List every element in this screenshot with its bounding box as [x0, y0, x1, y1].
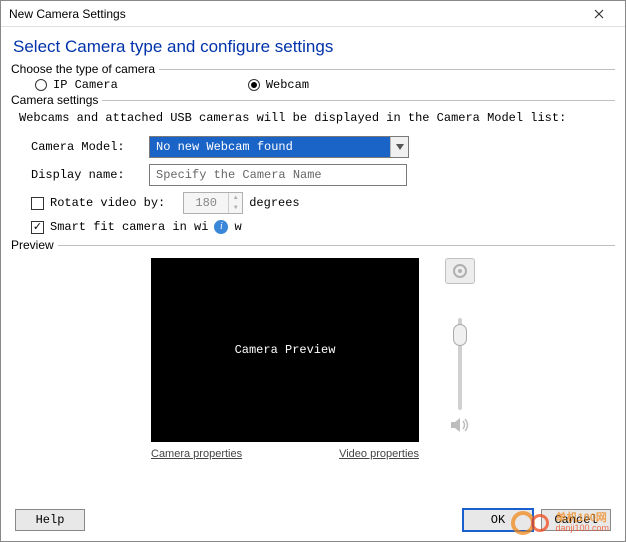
snapshot-button[interactable]	[445, 258, 475, 284]
cancel-button[interactable]: Cancel	[541, 509, 611, 531]
radio-icon	[248, 79, 260, 91]
group-camera-settings: Camera settings Webcams and attached USB…	[11, 100, 615, 237]
speaker-icon	[449, 416, 471, 437]
button-bar: Help OK Cancel	[1, 509, 625, 531]
radio-webcam[interactable]: Webcam	[248, 78, 309, 92]
rotate-spinner[interactable]: 180 ▲▼	[183, 192, 243, 214]
rotate-checkbox[interactable]	[31, 197, 44, 210]
group-preview: Preview Camera Preview Camera properties…	[11, 245, 615, 464]
ok-button[interactable]: OK	[463, 509, 533, 531]
radio-ip-label: IP Camera	[53, 78, 118, 92]
titlebar: New Camera Settings	[1, 1, 625, 27]
radio-webcam-label: Webcam	[266, 78, 309, 92]
camera-model-value: No new Webcam found	[150, 137, 390, 157]
camera-settings-legend: Camera settings	[11, 93, 102, 107]
smartfit-label-suffix: w	[234, 220, 241, 234]
rotate-units: degrees	[249, 196, 299, 210]
camera-model-select[interactable]: No new Webcam found	[149, 136, 409, 158]
camera-icon	[453, 264, 467, 278]
display-name-placeholder: Specify the Camera Name	[156, 168, 322, 182]
rotate-label: Rotate video by:	[50, 196, 165, 210]
volume-slider[interactable]	[454, 318, 466, 410]
camera-type-legend: Choose the type of camera	[11, 62, 159, 76]
help-button[interactable]: Help	[15, 509, 85, 531]
radio-icon	[35, 79, 47, 91]
info-icon[interactable]: i	[214, 220, 228, 234]
chevron-down-icon	[390, 137, 408, 157]
camera-properties-link[interactable]: Camera properties	[151, 448, 242, 460]
close-button[interactable]	[579, 2, 619, 26]
smartfit-label-prefix: Smart fit camera in wi	[50, 220, 208, 234]
slider-thumb	[453, 324, 467, 346]
radio-ip-camera[interactable]: IP Camera	[35, 78, 118, 92]
camera-preview-text: Camera Preview	[235, 343, 336, 357]
group-camera-type: Choose the type of camera IP Camera Webc…	[11, 69, 615, 92]
video-properties-link[interactable]: Video properties	[339, 448, 419, 460]
spinner-arrows: ▲▼	[228, 193, 242, 213]
preview-legend: Preview	[11, 238, 58, 252]
display-name-label: Display name:	[31, 168, 139, 182]
camera-preview-box: Camera Preview	[151, 258, 419, 442]
rotate-value: 180	[184, 193, 228, 213]
window-title: New Camera Settings	[9, 7, 126, 21]
camera-model-label: Camera Model:	[31, 140, 139, 154]
display-name-input[interactable]: Specify the Camera Name	[149, 164, 407, 186]
smartfit-checkbox[interactable]	[31, 221, 44, 234]
camera-settings-hint: Webcams and attached USB cameras will be…	[15, 109, 615, 133]
